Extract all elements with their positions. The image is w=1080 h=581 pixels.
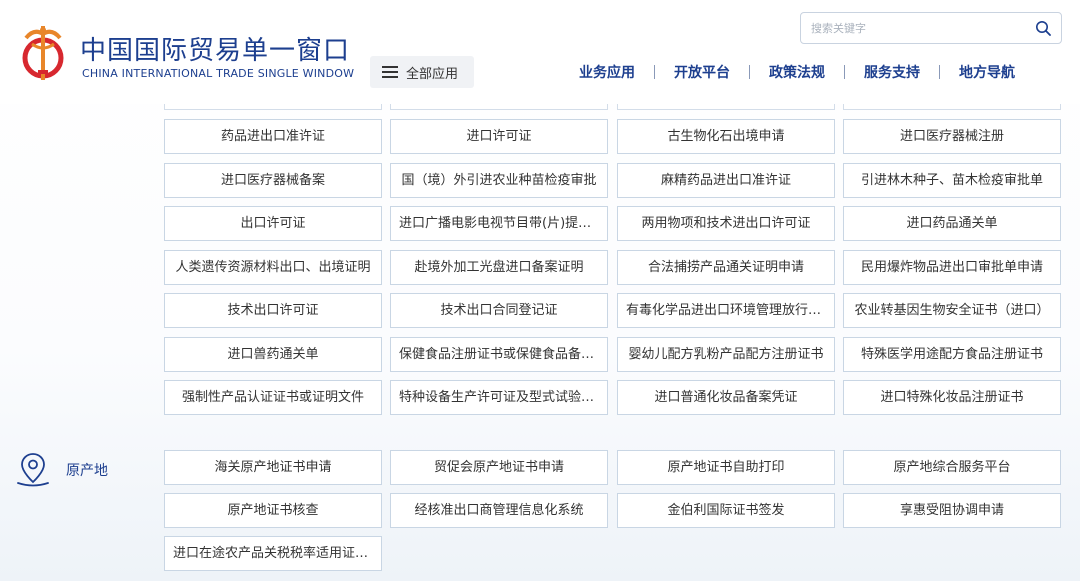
all-apps-button[interactable]: 全部应用 <box>370 56 474 88</box>
menu-icon <box>382 66 398 78</box>
origin-app-button[interactable]: 海关原产地证书申请 <box>164 450 382 485</box>
search-box <box>800 12 1062 44</box>
license-app-button[interactable]: 进口广播电影电视节目带(片)提取单 <box>390 206 608 241</box>
license-app-button[interactable]: 技术出口许可证 <box>164 293 382 328</box>
license-app-button[interactable]: 药品进出口准许证 <box>164 119 382 154</box>
origin-app-button[interactable]: 贸促会原产地证书申请 <box>390 450 608 485</box>
nav-service-support[interactable]: 服务支持 <box>853 62 931 82</box>
license-app-button[interactable]: 国（境）外引进农业种苗检疫审批 <box>390 163 608 198</box>
cut-off-row-edge <box>390 104 608 110</box>
search-input[interactable] <box>801 13 1021 43</box>
nav-open-platform[interactable]: 开放平台 <box>663 62 741 82</box>
nav-divider <box>654 65 655 79</box>
license-app-button[interactable]: 技术出口合同登记证 <box>390 293 608 328</box>
license-app-button[interactable]: 婴幼儿配方乳粉产品配方注册证书 <box>617 337 835 372</box>
license-app-button[interactable]: 特殊医学用途配方食品注册证书 <box>843 337 1061 372</box>
origin-app-button[interactable]: 进口在途农产品关税税率适用证明申请 <box>164 536 382 571</box>
origin-section-label: 原产地 <box>16 452 108 488</box>
nav-business-apps[interactable]: 业务应用 <box>568 62 646 82</box>
origin-app-button[interactable]: 原产地证书自助打印 <box>617 450 835 485</box>
license-app-button[interactable]: 强制性产品认证证书或证明文件 <box>164 380 382 415</box>
origin-label: 原产地 <box>66 463 108 479</box>
site-title: 中国国际贸易单一窗口 <box>80 36 351 66</box>
search-icon[interactable] <box>1035 20 1051 36</box>
single-window-logo-icon[interactable] <box>18 22 68 84</box>
nav-local-navigation[interactable]: 地方导航 <box>948 62 1026 82</box>
license-app-button[interactable]: 农业转基因生物安全证书（进口） <box>843 293 1061 328</box>
license-app-button[interactable]: 进口医疗器械备案 <box>164 163 382 198</box>
all-apps-label: 全部应用 <box>406 66 459 82</box>
nav-policies[interactable]: 政策法规 <box>758 62 836 82</box>
cut-off-row-edge <box>843 104 1061 110</box>
site-subtitle: CHINA INTERNATIONAL TRADE SINGLE WINDOW <box>82 67 355 80</box>
location-pin-icon <box>17 453 49 487</box>
origin-app-button[interactable]: 原产地证书核查 <box>164 493 382 528</box>
license-app-button[interactable]: 进口普通化妆品备案凭证 <box>617 380 835 415</box>
nav-divider <box>749 65 750 79</box>
cut-off-row-edge <box>617 104 835 110</box>
license-app-button[interactable]: 进口药品通关单 <box>843 206 1061 241</box>
origin-app-button[interactable]: 金伯利国际证书签发 <box>617 493 835 528</box>
cut-off-row-edge <box>164 104 382 110</box>
license-app-button[interactable]: 人类遗传资源材料出口、出境证明 <box>164 250 382 285</box>
license-app-button[interactable]: 古生物化石出境申请 <box>617 119 835 154</box>
origin-app-button[interactable]: 原产地综合服务平台 <box>843 450 1061 485</box>
header: 中国国际贸易单一窗口 CHINA INTERNATIONAL TRADE SIN… <box>0 0 1080 104</box>
origin-app-button[interactable]: 享惠受阻协调申请 <box>843 493 1061 528</box>
license-app-button[interactable]: 麻精药品进出口准许证 <box>617 163 835 198</box>
license-app-button[interactable]: 进口医疗器械注册 <box>843 119 1061 154</box>
license-app-button[interactable]: 出口许可证 <box>164 206 382 241</box>
license-app-button[interactable]: 引进林木种子、苗木检疫审批单 <box>843 163 1061 198</box>
main-nav: 业务应用 开放平台 政策法规 服务支持 地方导航 <box>568 62 1026 82</box>
license-app-button[interactable]: 有毒化学品进出口环境管理放行通知单 <box>617 293 835 328</box>
license-app-button[interactable]: 合法捕捞产品通关证明申请 <box>617 250 835 285</box>
license-app-button[interactable]: 进口特殊化妆品注册证书 <box>843 380 1061 415</box>
nav-divider <box>844 65 845 79</box>
license-app-button[interactable]: 进口许可证 <box>390 119 608 154</box>
license-app-button[interactable]: 进口兽药通关单 <box>164 337 382 372</box>
license-app-button[interactable]: 赴境外加工光盘进口备案证明 <box>390 250 608 285</box>
license-app-button[interactable]: 两用物项和技术进出口许可证 <box>617 206 835 241</box>
license-app-button[interactable]: 特种设备生产许可证及型式试验证书 <box>390 380 608 415</box>
nav-divider <box>939 65 940 79</box>
license-app-button[interactable]: 保健食品注册证书或保健食品备案凭证 <box>390 337 608 372</box>
license-app-button[interactable]: 民用爆炸物品进出口审批单申请 <box>843 250 1061 285</box>
origin-app-button[interactable]: 经核准出口商管理信息化系统 <box>390 493 608 528</box>
